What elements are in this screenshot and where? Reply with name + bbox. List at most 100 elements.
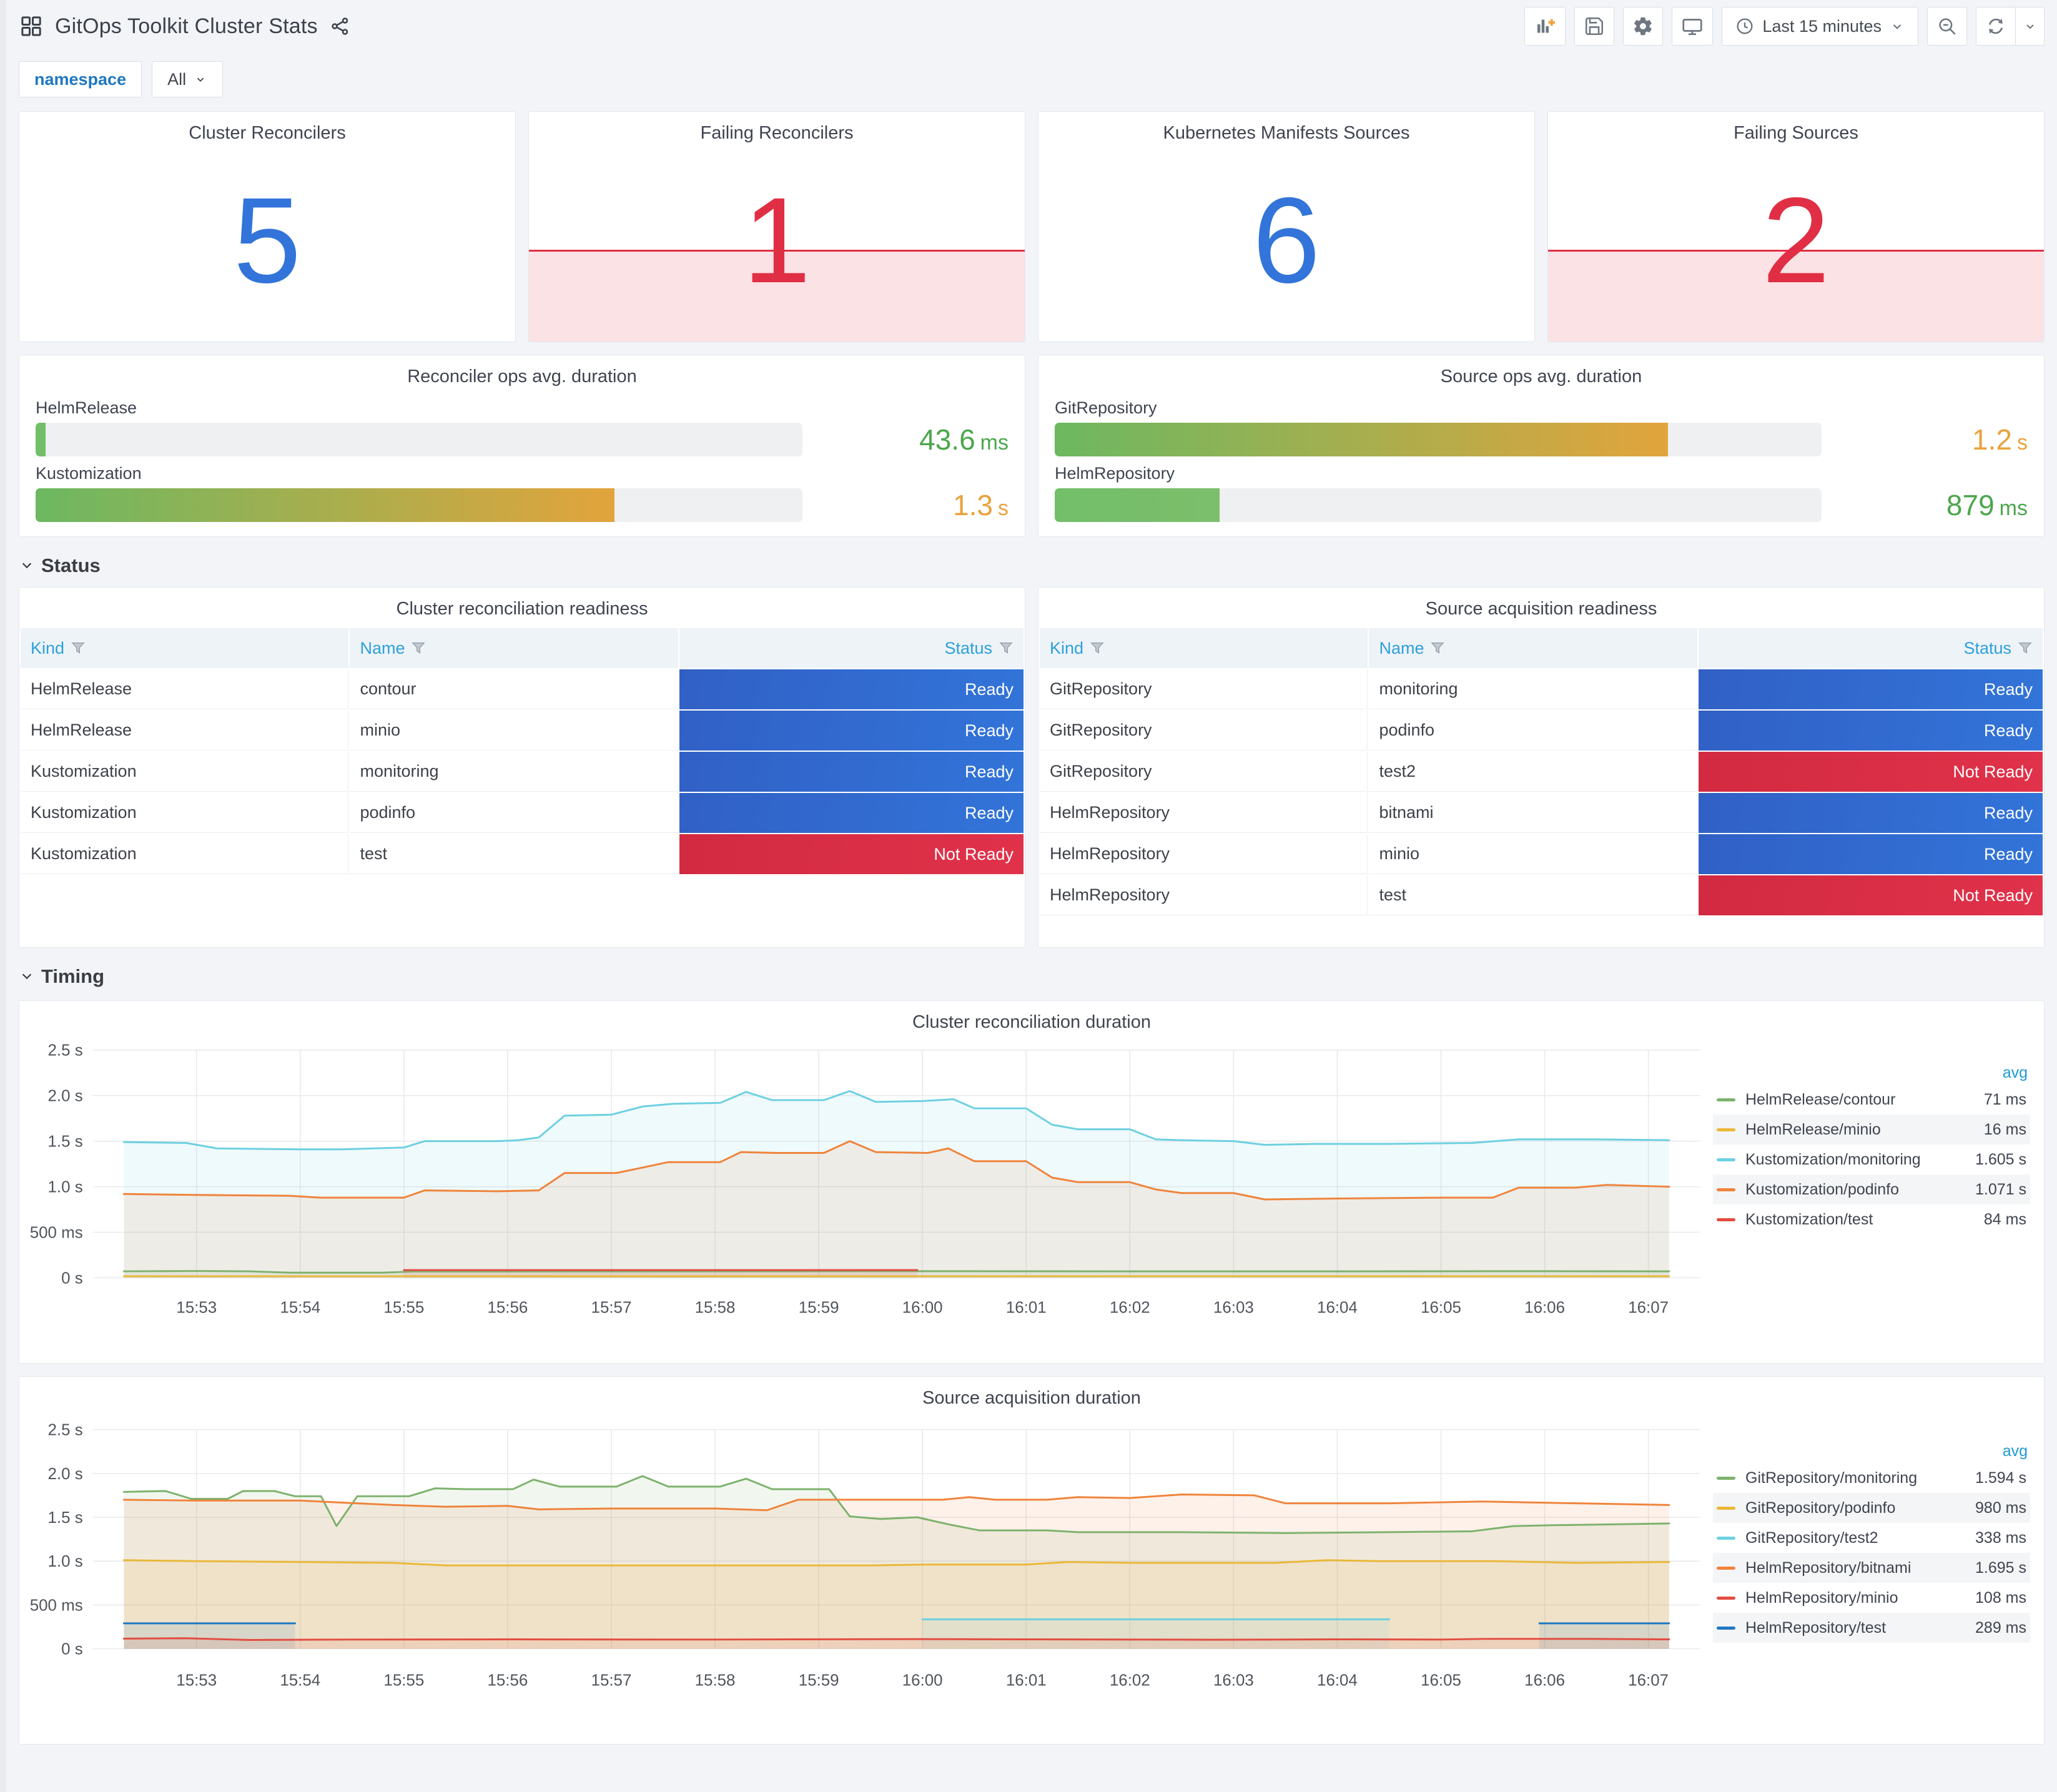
panel-title: Cluster reconciliation readiness — [396, 599, 648, 619]
cell-kind: Kustomization — [21, 793, 349, 833]
legend-item[interactable]: Kustomization/test 84 ms — [1713, 1204, 2030, 1234]
stat-panel-3: Failing Sources 2 — [1547, 111, 2045, 342]
cell-kind: GitRepository — [1040, 669, 1368, 709]
filter-icon[interactable] — [411, 641, 426, 656]
legend-item[interactable]: HelmRelease/contour 71 ms — [1713, 1085, 2030, 1115]
gauge-label: Kustomization — [36, 464, 142, 483]
series-area — [1539, 1623, 1669, 1649]
variables-row: namespace All — [19, 61, 2045, 97]
table-row: GitRepository test2 Not Ready — [1040, 752, 2043, 792]
gauge-row: 43.6 ms — [36, 423, 1009, 456]
cluster-reconciliation-duration-panel: Cluster reconciliation duration 0 s 500 m… — [19, 1000, 2045, 1364]
cycle-view-button[interactable] — [1672, 7, 1714, 46]
legend-item[interactable]: GitRepository/monitoring 1.594 s — [1713, 1463, 2030, 1493]
svg-text:2.5 s: 2.5 s — [48, 1042, 83, 1060]
column-header-kind[interactable]: Kind — [21, 628, 349, 668]
status-badge: Ready — [1698, 793, 2043, 833]
legend-series-avg: 1.695 s — [1975, 1558, 2026, 1577]
legend-item[interactable]: HelmRepository/bitnami 1.695 s — [1713, 1553, 2030, 1583]
svg-text:16:02: 16:02 — [1110, 1299, 1150, 1316]
table-row: GitRepository podinfo Ready — [1040, 711, 2043, 751]
gauge-track — [36, 488, 802, 522]
legend-item[interactable]: Kustomization/podinfo 1.071 s — [1713, 1174, 2030, 1204]
chevron-down-icon — [2026, 24, 2034, 29]
legend-series-avg: 108 ms — [1975, 1588, 2026, 1607]
legend-item[interactable]: HelmRepository/test 289 ms — [1713, 1613, 2030, 1643]
status-badge: Not Ready — [1698, 875, 2043, 915]
column-header-name[interactable]: Name — [350, 628, 678, 668]
legend-series-name: GitRepository/test2 — [1745, 1529, 1878, 1547]
gear-icon — [1634, 17, 1652, 36]
add-panel-button[interactable] — [1524, 7, 1566, 46]
gauge-value-number: 1.3 — [953, 489, 993, 521]
svg-text:500 ms: 500 ms — [30, 1597, 83, 1614]
svg-text:2.5 s: 2.5 s — [48, 1422, 83, 1439]
cell-kind: HelmRepository — [1040, 834, 1368, 874]
namespace-variable-select[interactable]: All — [152, 61, 224, 97]
clock-icon — [1737, 18, 1753, 34]
column-header-name[interactable]: Name — [1369, 628, 1697, 668]
column-header-status[interactable]: Status — [1698, 628, 2043, 668]
cell-name: test — [1369, 875, 1697, 915]
legend-item[interactable]: GitRepository/test2 338 ms — [1713, 1523, 2030, 1553]
dashboard-settings-button[interactable] — [1623, 7, 1664, 46]
zoom-out-button[interactable] — [1927, 7, 1967, 46]
cell-name: test — [350, 834, 678, 874]
legend-series-name: HelmRepository/bitnami — [1745, 1558, 1911, 1577]
filter-icon[interactable] — [1430, 641, 1445, 656]
cell-kind: HelmRepository — [1040, 875, 1368, 915]
svg-text:1.0 s: 1.0 s — [48, 1179, 83, 1196]
cell-name: contour — [350, 669, 678, 709]
filter-icon[interactable] — [2018, 641, 2033, 656]
legend-series-color — [1717, 1536, 1735, 1540]
filter-icon[interactable] — [1090, 641, 1105, 656]
stat-value: 2 — [1762, 172, 1830, 308]
column-header-kind[interactable]: Kind — [1040, 628, 1368, 668]
svg-text:15:55: 15:55 — [383, 1671, 424, 1689]
gauge-value-unit: ms — [980, 431, 1009, 455]
column-header-status[interactable]: Status — [679, 628, 1024, 668]
status-badge: Ready — [679, 711, 1024, 751]
legend-series-name: HelmRepository/test — [1745, 1618, 1887, 1637]
svg-text:16:05: 16:05 — [1421, 1299, 1461, 1316]
share-icon[interactable] — [329, 15, 352, 37]
svg-text:16:03: 16:03 — [1213, 1671, 1254, 1689]
legend-series-color — [1717, 1626, 1735, 1630]
table-slot: Kind Name Status HelmRelease contour Ready Hel… — [19, 627, 1025, 875]
series-area — [124, 1623, 295, 1649]
time-range-picker[interactable]: Last 15 minutes — [1722, 7, 1918, 46]
dashboards-grid-icon[interactable] — [19, 14, 44, 39]
chevron-down-icon — [197, 77, 204, 82]
svg-text:15:54: 15:54 — [280, 1671, 320, 1689]
filter-icon[interactable] — [999, 641, 1014, 656]
cell-name: monitoring — [1369, 669, 1697, 709]
legend-series-avg: 16 ms — [1983, 1120, 2026, 1138]
legend-series-color — [1717, 1566, 1735, 1570]
legend-series-avg: 1.594 s — [1975, 1469, 2026, 1487]
legend-item[interactable]: HelmRelease/minio 16 ms — [1713, 1115, 2030, 1145]
svg-text:0 s: 0 s — [61, 1269, 83, 1287]
section-header-status[interactable]: Status — [20, 554, 2045, 577]
legend-series-color — [1717, 1596, 1735, 1600]
namespace-variable-value: All — [167, 69, 187, 89]
gauge-value-unit: s — [998, 496, 1009, 520]
source-acquisition-duration-panel: Source acquisition duration 0 s 500 ms 1.0… — [19, 1376, 2045, 1745]
svg-text:16:02: 16:02 — [1110, 1671, 1150, 1689]
section-header-timing[interactable]: Timing — [20, 965, 2045, 988]
save-dashboard-button[interactable] — [1574, 7, 1615, 46]
refresh-interval-dropdown[interactable] — [2015, 7, 2044, 45]
filter-icon[interactable] — [71, 641, 86, 656]
svg-text:15:57: 15:57 — [591, 1299, 632, 1316]
title-group: GitOps Toolkit Cluster Stats — [19, 14, 352, 39]
refresh-button[interactable] — [1976, 7, 2015, 45]
cell-name: podinfo — [1369, 711, 1697, 751]
legend-item[interactable]: GitRepository/podinfo 980 ms — [1713, 1493, 2030, 1523]
gauge-row: Reconciler ops avg. duration HelmRelease 4… — [19, 355, 2045, 537]
legend-item[interactable]: Kustomization/monitoring 1.605 s — [1713, 1145, 2030, 1174]
table-row: HelmRelease contour Ready — [21, 669, 1024, 709]
legend-item[interactable]: HelmRepository/minio 108 ms — [1713, 1583, 2030, 1613]
panel-title: Source ops avg. duration — [1440, 367, 1642, 386]
table-row: GitRepository monitoring Ready — [1040, 669, 2043, 709]
readiness-table: Kind Name Status GitRepository monitoring Rea… — [1038, 627, 2044, 917]
sidebar-edge — [0, 0, 6, 1792]
